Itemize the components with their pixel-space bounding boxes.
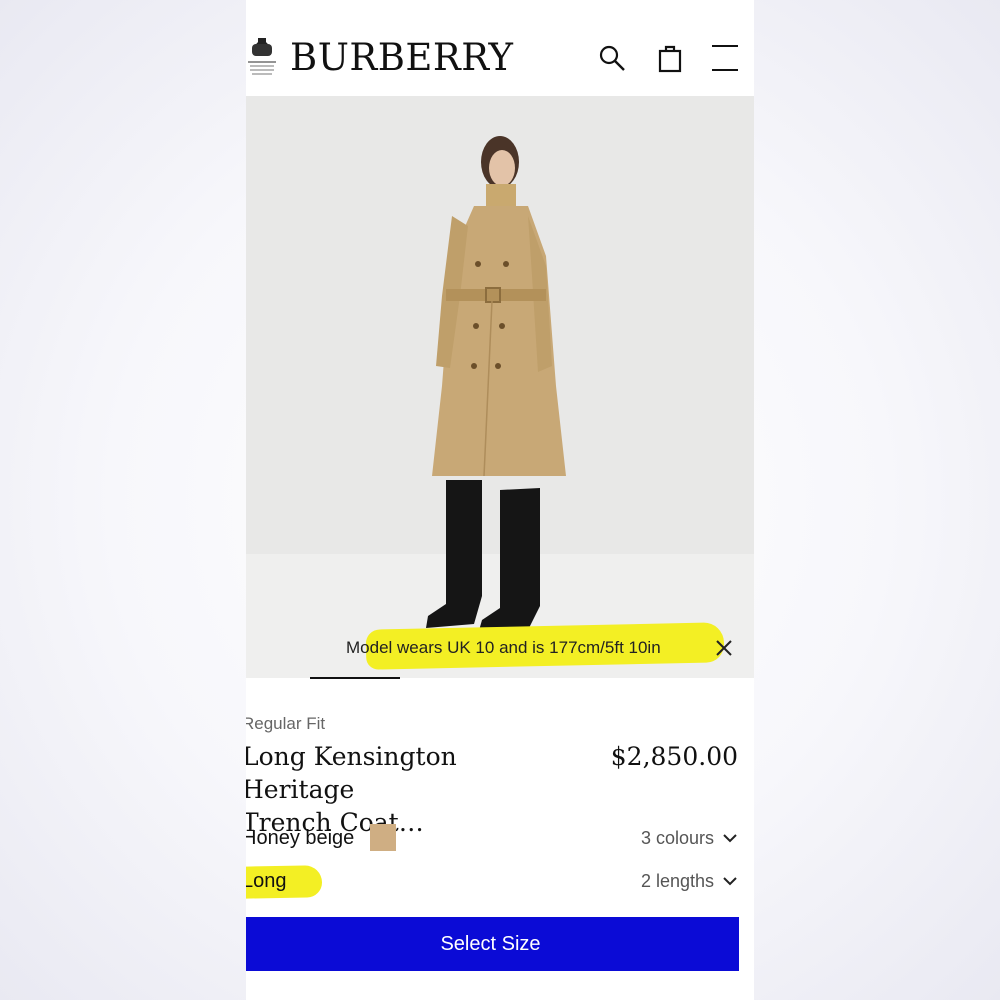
product-title-line1: Long Kensington Heritage (246, 742, 457, 804)
length-name: Long (246, 870, 287, 892)
model-illustration (246, 96, 754, 678)
model-size-caption: Model wears UK 10 and is 177cm/5ft 10in (346, 638, 661, 657)
fit-label: Regular Fit (246, 714, 326, 733)
colour-name: Honey beige (246, 827, 355, 849)
chevron-down-icon[interactable] (722, 873, 738, 889)
product-price: $2,850.00 (610, 742, 738, 771)
chevron-down-icon[interactable] (722, 830, 738, 846)
lengths-dropdown[interactable]: 2 lengths (641, 868, 714, 894)
colour-swatch[interactable] (370, 824, 396, 851)
site-header: BURBERRY (246, 0, 754, 96)
product-image[interactable] (246, 96, 754, 678)
shopping-bag-icon[interactable] (654, 42, 686, 74)
royal-warrant-crest-icon (248, 38, 276, 75)
colours-dropdown[interactable]: 3 colours (641, 825, 714, 851)
select-size-button[interactable]: Select Size (246, 917, 739, 971)
close-icon[interactable] (714, 638, 734, 658)
search-icon[interactable] (596, 42, 628, 74)
gallery-indicator (310, 677, 400, 679)
phone-screen: BURBERRY Model wears UK 10 and is 177cm/… (246, 0, 754, 1000)
menu-icon[interactable] (708, 42, 740, 74)
brand-logo[interactable]: BURBERRY (290, 36, 513, 80)
